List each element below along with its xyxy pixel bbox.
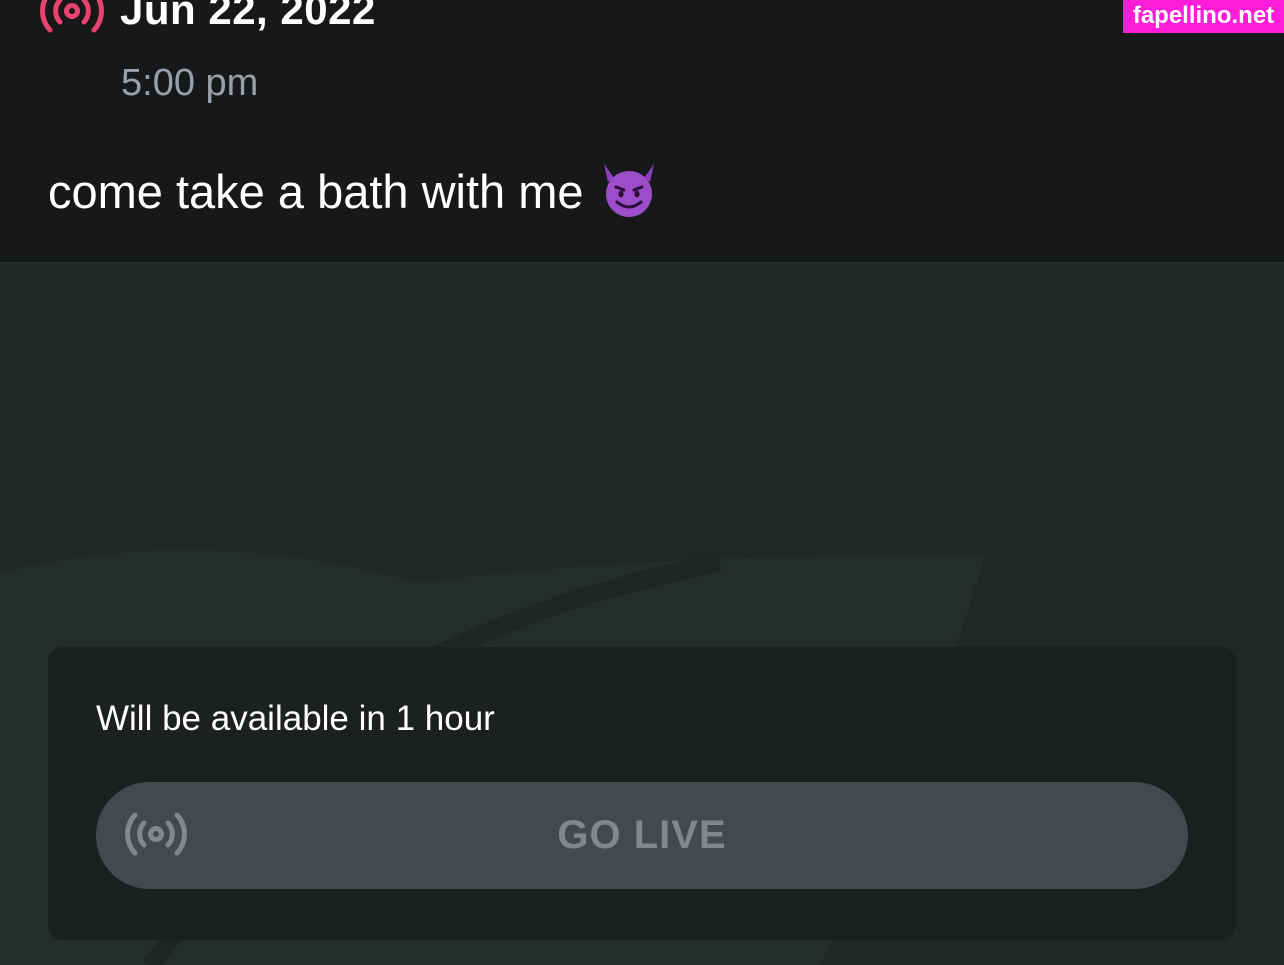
site-watermark: fapellino.net	[1123, 0, 1284, 33]
live-stream-post-screen: Jun 22, 2022 5:00 pm come take a bath wi…	[0, 0, 1284, 965]
go-live-button[interactable]: GO LIVE	[96, 782, 1188, 889]
post-header: Jun 22, 2022 5:00 pm come take a bath wi…	[0, 0, 1284, 262]
post-caption-row: come take a bath with me	[48, 160, 660, 222]
smiling-devil-emoji-icon	[603, 164, 654, 217]
availability-text: Will be available in 1 hour	[96, 699, 495, 738]
post-caption: come take a bath with me	[48, 164, 584, 218]
stream-preview-area: Will be available in 1 hour GO LIVE	[0, 262, 1284, 965]
live-broadcast-icon	[40, 0, 104, 33]
post-date: Jun 22, 2022	[120, 0, 376, 33]
go-live-label: GO LIVE	[557, 813, 727, 857]
live-broadcast-icon	[125, 812, 187, 856]
post-time: 5:00 pm	[121, 62, 259, 104]
availability-card: Will be available in 1 hour GO LIVE	[48, 647, 1236, 940]
